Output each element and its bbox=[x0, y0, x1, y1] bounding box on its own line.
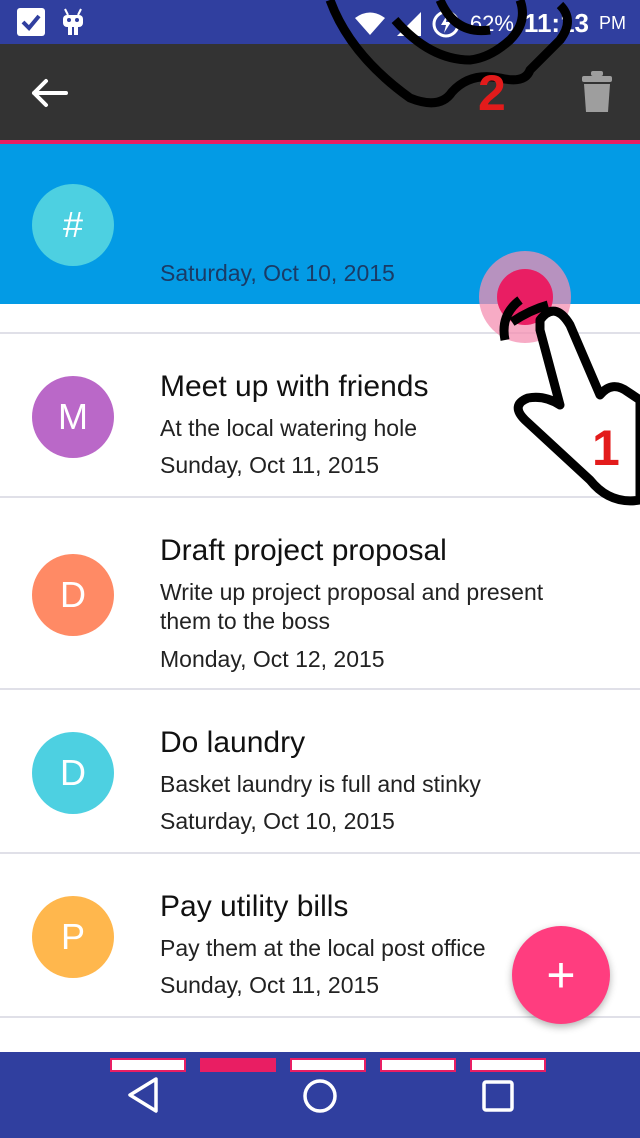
page-indicator bbox=[110, 1058, 546, 1072]
check-box-icon bbox=[17, 8, 45, 36]
android-icon bbox=[63, 8, 83, 35]
page-indicator-dot bbox=[290, 1058, 366, 1072]
battery-charging-icon bbox=[432, 10, 460, 37]
status-bar: 62% 11:13 PM bbox=[0, 0, 640, 44]
selected-list-item[interactable]: # Saturday, Oct 10, 2015 bbox=[0, 144, 640, 304]
page-indicator-dot bbox=[380, 1058, 456, 1072]
add-fab-button[interactable]: + bbox=[512, 926, 610, 1024]
item-date: Saturday, Oct 10, 2015 bbox=[160, 260, 395, 286]
item-date: Monday, Oct 12, 2015 bbox=[160, 646, 385, 672]
item-title: Draft project proposal bbox=[160, 534, 447, 567]
list-item[interactable]: D Do laundry Basket laundry is full and … bbox=[0, 690, 640, 854]
item-description: Basket laundry is full and stinky bbox=[160, 771, 481, 797]
back-nav-icon[interactable] bbox=[126, 1076, 160, 1114]
avatar: M bbox=[32, 376, 114, 458]
trash-icon[interactable] bbox=[580, 70, 614, 114]
item-title: Meet up with friends bbox=[160, 370, 429, 403]
back-arrow-icon[interactable] bbox=[30, 78, 70, 108]
list-item[interactable]: M Meet up with friends At the local wate… bbox=[0, 334, 640, 498]
item-title: Pay utility bills bbox=[160, 890, 349, 923]
page-indicator-dot-active bbox=[200, 1058, 276, 1072]
item-date: Sunday, Oct 11, 2015 bbox=[160, 452, 380, 478]
avatar: D bbox=[32, 554, 114, 636]
item-title: Do laundry bbox=[160, 726, 306, 759]
avatar: # bbox=[32, 184, 114, 266]
avatar: D bbox=[32, 732, 114, 814]
clock: 11:13 bbox=[523, 8, 589, 38]
list-divider-gap bbox=[0, 304, 640, 334]
plus-icon: + bbox=[546, 947, 576, 1003]
page-indicator-dot bbox=[470, 1058, 546, 1072]
avatar: P bbox=[32, 896, 114, 978]
item-description: At the local watering hole bbox=[160, 415, 417, 441]
clock-ampm: PM bbox=[599, 13, 626, 33]
home-nav-icon[interactable] bbox=[302, 1078, 338, 1114]
item-date: Sunday, Oct 11, 2015 bbox=[160, 972, 380, 998]
list-item[interactable]: D Draft project proposal Write up projec… bbox=[0, 498, 640, 690]
app-bar bbox=[0, 44, 640, 140]
page-indicator-dot bbox=[110, 1058, 186, 1072]
battery-percent: 62% bbox=[469, 10, 514, 36]
item-description: Write up project proposal and present th… bbox=[160, 579, 544, 634]
wifi-icon bbox=[354, 12, 385, 35]
item-date: Saturday, Oct 10, 2015 bbox=[160, 808, 395, 834]
signal-icon bbox=[396, 11, 421, 36]
recents-nav-icon[interactable] bbox=[482, 1080, 514, 1112]
